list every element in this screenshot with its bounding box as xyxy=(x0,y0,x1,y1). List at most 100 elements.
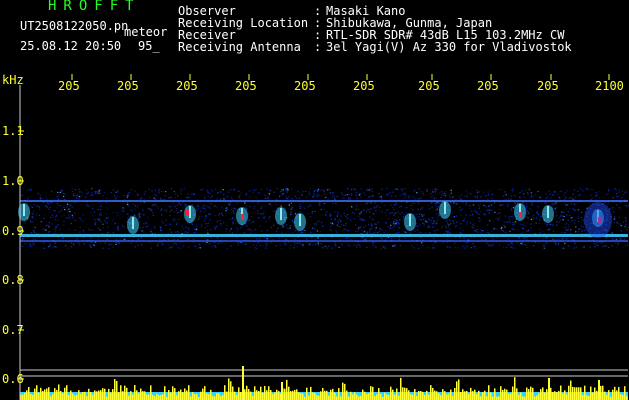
noise-speck xyxy=(226,247,228,249)
noise-speck xyxy=(350,195,353,197)
noise-speck xyxy=(446,219,448,221)
noise-speck xyxy=(369,216,371,218)
noise-speck xyxy=(491,244,493,246)
activity-bar xyxy=(156,394,158,400)
noise-speck xyxy=(444,191,446,193)
noise-speck xyxy=(204,198,206,200)
noise-speck xyxy=(427,224,429,226)
noise-speck xyxy=(480,196,482,198)
noise-speck xyxy=(611,238,613,240)
noise-speck xyxy=(100,205,102,207)
noise-speck xyxy=(247,228,249,230)
noise-speck xyxy=(595,192,597,194)
noise-speck xyxy=(388,226,390,228)
activity-bar xyxy=(518,394,520,400)
noise-speck xyxy=(405,196,407,198)
noise-speck xyxy=(170,246,172,248)
noise-speck xyxy=(486,224,489,226)
activity-bar xyxy=(104,388,106,400)
noise-speck xyxy=(374,202,376,204)
activity-bar xyxy=(284,388,286,400)
noise-speck xyxy=(450,223,452,225)
noise-speck xyxy=(384,212,387,214)
noise-speck xyxy=(215,247,217,249)
noise-speck xyxy=(80,197,83,199)
activity-bar xyxy=(102,388,104,400)
noise-speck xyxy=(273,191,275,193)
activity-bar xyxy=(158,395,160,400)
noise-speck xyxy=(378,209,381,211)
activity-bar xyxy=(152,394,154,400)
noise-speck xyxy=(241,225,244,227)
noise-speck xyxy=(237,242,239,244)
noise-speck xyxy=(448,224,450,226)
noise-speck xyxy=(472,227,475,229)
activity-bar xyxy=(380,394,382,400)
activity-bar xyxy=(520,392,522,400)
noise-speck xyxy=(413,247,415,249)
noise-speck xyxy=(43,247,46,249)
activity-bar xyxy=(140,388,142,400)
noise-speck xyxy=(452,196,454,198)
noise-speck xyxy=(484,238,487,240)
noise-speck xyxy=(478,208,480,210)
noise-speck xyxy=(264,217,266,219)
noise-speck xyxy=(501,226,503,228)
noise-speck xyxy=(565,223,567,225)
noise-speck xyxy=(63,220,65,222)
noise-speck xyxy=(579,193,581,196)
noise-speck xyxy=(52,216,54,218)
noise-speck xyxy=(625,223,627,225)
noise-speck xyxy=(470,222,472,224)
noise-speck xyxy=(433,230,436,232)
noise-speck xyxy=(466,204,468,206)
noise-speck xyxy=(79,226,81,229)
noise-speck xyxy=(462,245,464,247)
noise-speck xyxy=(479,203,481,205)
noise-speck xyxy=(187,193,189,195)
noise-speck xyxy=(57,198,59,200)
noise-speck xyxy=(69,204,71,206)
noise-speck xyxy=(322,225,324,227)
noise-speck xyxy=(416,229,419,231)
noise-speck xyxy=(79,191,81,193)
noise-speck xyxy=(66,206,68,208)
noise-speck xyxy=(342,197,345,199)
noise-speck xyxy=(488,205,490,207)
noise-speck xyxy=(450,192,452,194)
noise-speck xyxy=(195,231,197,233)
noise-speck xyxy=(85,193,88,195)
noise-speck xyxy=(543,245,545,247)
noise-speck xyxy=(134,208,136,210)
activity-bar xyxy=(136,390,138,400)
activity-bar xyxy=(34,388,36,400)
noise-speck xyxy=(371,219,373,221)
noise-speck xyxy=(254,205,256,207)
noise-speck xyxy=(176,204,179,206)
noise-speck xyxy=(226,207,228,209)
noise-speck xyxy=(621,230,623,233)
noise-speck xyxy=(440,194,443,196)
noise-speck xyxy=(116,211,118,214)
noise-speck xyxy=(187,238,189,240)
noise-speck xyxy=(541,231,543,233)
noise-speck xyxy=(301,194,303,196)
activity-bar xyxy=(350,391,352,400)
activity-bar xyxy=(320,391,322,400)
noise-speck xyxy=(268,198,270,200)
noise-speck xyxy=(299,232,302,234)
noise-speck xyxy=(556,238,558,240)
noise-speck xyxy=(236,227,238,229)
noise-speck xyxy=(176,223,178,225)
noise-speck xyxy=(130,209,132,211)
noise-speck xyxy=(512,224,514,226)
activity-bar xyxy=(602,385,604,400)
noise-speck xyxy=(581,211,583,213)
noise-speck xyxy=(74,229,76,231)
noise-speck xyxy=(459,227,461,229)
activity-bar xyxy=(468,393,470,400)
noise-speck xyxy=(370,202,372,204)
noise-speck xyxy=(318,195,320,197)
noise-speck xyxy=(559,190,561,192)
activity-bar xyxy=(42,391,44,400)
